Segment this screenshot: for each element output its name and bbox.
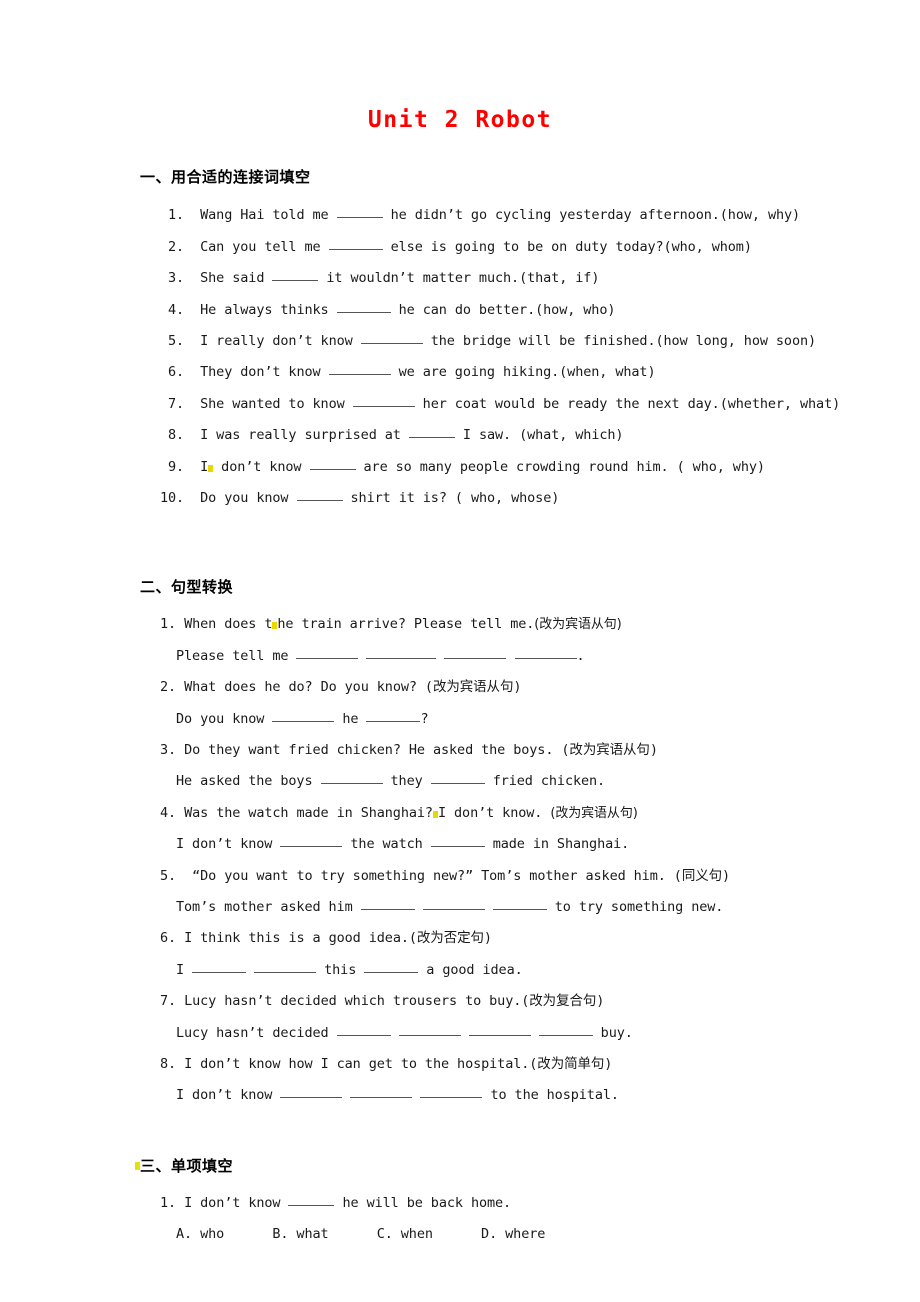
answer-blank[interactable] [366,708,421,722]
answer-line: I this a good idea. [0,955,920,986]
answer-line: He asked the boys they fried chicken. [0,766,920,797]
option-row[interactable]: A. who B. what C. when D. where [0,1219,920,1250]
question-item: 4. He always thinks he can do better.(ho… [0,295,920,326]
answer-line: Lucy hasn’t decided buy. [0,1018,920,1049]
question-item: 6. They don’t know we are going hiking.(… [0,357,920,388]
question-item: 7. Lucy hasn’t decided which trousers to… [160,993,605,1010]
answer-blank[interactable] [336,299,391,313]
answer-blank[interactable] [328,236,383,250]
answer-blank[interactable] [272,708,335,722]
question-item: 1. When does t he train arrive? Please te… [160,616,622,633]
answer-blank[interactable] [360,330,423,344]
answer-blank[interactable] [320,770,383,785]
section-heading-3: 三、单项填空 [0,1112,920,1176]
section-2-questions: 1. When does t he train arrive? Please te… [0,597,920,1112]
page-title: Unit 2 Robot [367,107,553,133]
spellcheck-mark [272,622,278,630]
answer-blank[interactable] [336,204,383,219]
answer-blank[interactable] [328,361,391,376]
answer-blank[interactable] [360,896,415,911]
answer-blank[interactable] [350,1084,413,1099]
answer-blank[interactable] [254,959,317,973]
section-1-questions: 1. Wang Hai told me he didn’t go cycling… [0,187,920,514]
answer-blank[interactable] [272,267,319,282]
question-item: 1. I don’t know he will be back home. [0,1188,920,1219]
answer-line: I don’t know the watch made in Shanghai. [0,829,920,860]
question-item: 1. Wang Hai told me he didn’t go cycling… [0,200,920,231]
answer-blank[interactable] [492,896,547,911]
answer-blank[interactable] [420,1084,483,1099]
answer-blank[interactable] [336,1022,391,1036]
answer-blank[interactable] [398,1022,461,1036]
question-item: 8. I was really surprised at I saw. (wha… [0,420,920,451]
question-item: 7. She wanted to know her coat would be … [0,389,920,420]
answer-blank[interactable] [366,645,437,659]
question-item: 6. I think this is a good idea.(改为否定句) [160,930,492,947]
answer-blank[interactable] [430,833,485,848]
answer-blank[interactable] [280,1084,343,1099]
spellcheck-mark [432,810,438,818]
answer-blank[interactable] [444,645,507,659]
answer-blank[interactable] [514,645,577,659]
answer-blank[interactable] [408,424,455,439]
answer-blank[interactable] [296,487,343,501]
answer-line: Please tell me . [0,641,920,672]
answer-line: I don’t know to the hospital. [0,1080,920,1111]
spellcheck-mark [208,464,214,472]
question-item: 10. Do you know shirt it is? ( who, whos… [0,483,920,514]
question-item: 8. I don’t know how I can get to the hos… [160,1056,613,1073]
answer-line: Tom’s mother asked him to try something … [0,892,920,923]
section-3-questions: 1. I don’t know he will be back home. A.… [0,1176,920,1251]
spellcheck-mark [135,1161,140,1170]
answer-blank[interactable] [192,959,247,973]
question-item: 5. I really don’t know the bridge will b… [0,326,920,357]
answer-blank[interactable] [538,1022,593,1036]
question-item: 4. Was the watch made in Shanghai? I don’… [160,804,638,821]
answer-blank[interactable] [364,959,419,973]
section-heading-1: 一、用合适的连接词填空 [140,168,311,187]
answer-blank[interactable] [288,1192,335,1206]
worksheet-page: Unit 2 Robot 一、用合适的连接词填空 1. Wang Hai tol… [0,0,920,1302]
answer-line: Do you know he ? [0,704,920,735]
answer-blank[interactable] [280,833,343,848]
question-item: 5. “Do you want to try something new?” T… [160,867,731,884]
question-item: 3. Do they want fried chicken? He asked … [160,741,658,758]
answer-blank[interactable] [296,645,359,659]
answer-blank[interactable] [468,1022,531,1036]
question-item: 3. She said it wouldn’t matter much.(tha… [0,263,920,294]
answer-blank[interactable] [352,393,415,407]
question-item: 9. I don’t know are so many people crowd… [0,452,920,483]
question-item: 2. Can you tell me else is going to be o… [0,232,920,263]
answer-blank[interactable] [430,770,485,785]
answer-blank[interactable] [309,456,356,470]
question-item: 2. What does he do? Do you know? (改为宾语从句… [160,679,522,696]
answer-blank[interactable] [422,896,485,911]
section-heading-2: 二、句型转换 [140,578,234,597]
